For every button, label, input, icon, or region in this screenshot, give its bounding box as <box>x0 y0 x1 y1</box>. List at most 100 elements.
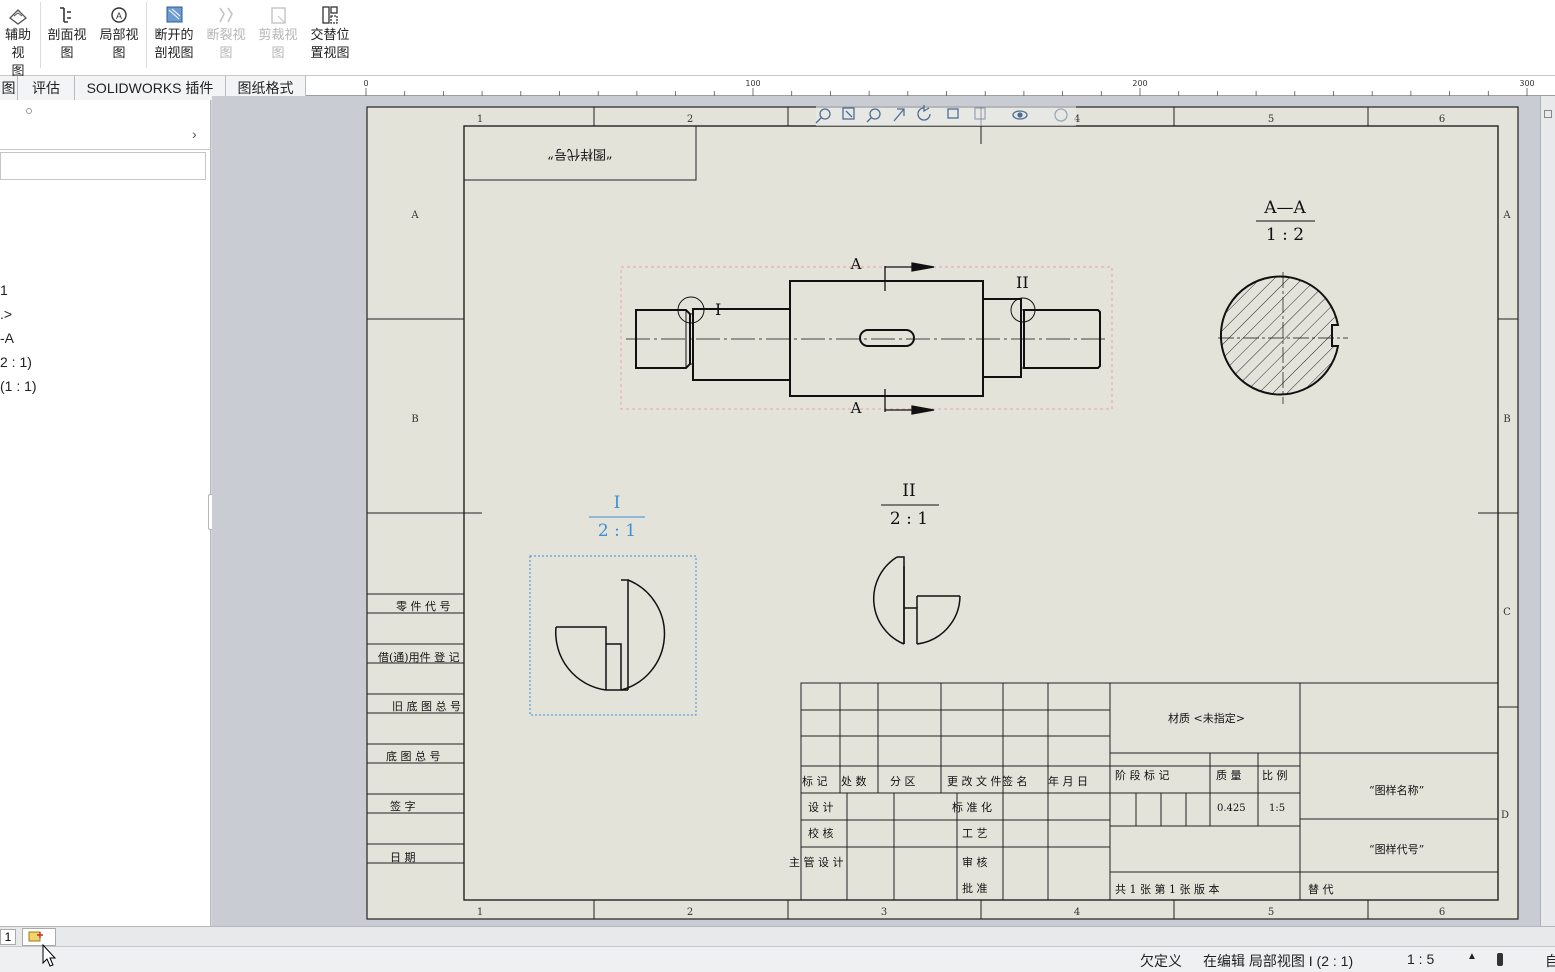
drawing-canvas[interactable]: 1 2 4 5 6 1 2 3 4 5 6 A B A B C D “图样代号”… <box>212 96 1540 926</box>
crop-view-button[interactable]: 剪裁视 图 <box>254 4 302 66</box>
tab-sketch[interactable]: 图 <box>0 76 18 100</box>
break-view-button[interactable]: 断裂视 图 <box>202 4 250 66</box>
rev-header: 标 记 <box>802 774 828 788</box>
section-view-icon <box>60 7 71 23</box>
scale-value: 1:5 <box>1269 803 1285 814</box>
zone-col-label: 6 <box>1439 907 1445 918</box>
rev-header: 更 改 文 件 <box>947 774 1002 788</box>
auxiliary-view-icon <box>9 9 27 25</box>
broken-out-section-icon <box>166 6 183 23</box>
zone-col-label: 1 <box>477 907 483 918</box>
editing-status: 在编辑 局部视图 I (2 : 1) <box>1203 953 1354 969</box>
zone-col-label: 4 <box>1074 907 1080 918</box>
add-sheet-icon <box>28 931 43 942</box>
zone-row-label: C <box>1503 607 1511 618</box>
crop-view-icon <box>271 7 286 24</box>
section-label-top: A <box>850 255 862 273</box>
alternate-position-view-icon <box>322 6 338 24</box>
section-view-title: A—A <box>1263 198 1306 218</box>
section-view-scale: 1 : 2 <box>1266 225 1304 245</box>
tab-evaluate[interactable]: 评估 <box>18 76 75 100</box>
zone-row-label: A <box>410 210 419 221</box>
signer-label: 主 管 设 计 <box>789 855 844 869</box>
stage-header: 阶 段 标 记 <box>1115 768 1170 782</box>
zone-row-label: B <box>1503 414 1510 425</box>
feature-manager-panel: › 1 .> -A 2 : 1) (1 : 1) <box>0 100 218 926</box>
filter-input[interactable] <box>0 152 206 180</box>
ruler-label: 300 <box>1519 79 1534 88</box>
ruler-label: 200 <box>1132 79 1147 88</box>
section-label-bottom: A <box>850 399 862 417</box>
panel-divider <box>0 149 211 150</box>
mass-header: 质 量 <box>1216 769 1242 782</box>
rev-header: 分 区 <box>890 775 916 788</box>
ribbon-toolbar: 辅助视 图 剖面视 图 A 局部视 图 断开的 剖视图 断裂视 图 剪裁视 图 … <box>0 0 1555 78</box>
ribbon-separator <box>40 2 41 68</box>
tree-item[interactable]: 2 : 1) <box>0 354 32 370</box>
zone-col-label: 5 <box>1268 907 1274 918</box>
signer-label: 审 核 <box>962 855 988 869</box>
section-hatch <box>1220 275 1340 396</box>
tree-item[interactable]: -A <box>0 330 14 346</box>
rev-header: 签 名 <box>1002 774 1028 788</box>
sheet-tab[interactable]: 1 <box>0 929 16 945</box>
detail2-scale: 2 : 1 <box>890 509 928 529</box>
zone-row-label: A <box>1502 210 1511 221</box>
mass-value: 0.425 <box>1217 803 1246 814</box>
ribbon-separator <box>146 2 147 68</box>
sheet-info: 共 1 张 第 1 张 版 本 <box>1115 882 1219 896</box>
detail-label-1: I <box>715 300 721 319</box>
scroll-up-icon[interactable] <box>1544 110 1552 118</box>
broken-out-section-button[interactable]: 断开的 剖视图 <box>150 4 198 66</box>
rev-header: 处 数 <box>841 775 867 788</box>
detail-label-2: II <box>1016 273 1029 292</box>
drawing-sheet[interactable]: 1 2 4 5 6 1 2 3 4 5 6 A B A B C D “图样代号”… <box>212 96 1540 926</box>
auxiliary-view-button[interactable]: 辅助视 图 <box>0 4 36 78</box>
heads-up-toolbar <box>815 105 1076 126</box>
zone-col-label: 1 <box>477 114 483 125</box>
scale-header: 比 例 <box>1262 768 1288 782</box>
replace-label: 替 代 <box>1308 882 1334 896</box>
sheet-paper <box>366 106 1519 920</box>
detail2-title: II <box>902 481 915 501</box>
detail-view-icon: A <box>111 7 127 23</box>
chevron-right-icon[interactable]: › <box>192 126 197 142</box>
detail1-title: I <box>614 493 621 513</box>
vertical-scrollbar[interactable] <box>1540 96 1555 926</box>
drawing-code: “图样代号” <box>1369 842 1424 856</box>
panel-handle-icon <box>26 108 32 114</box>
tree-item[interactable]: (1 : 1) <box>0 378 37 394</box>
mouse-cursor-icon <box>42 944 57 967</box>
tree-item[interactable]: .> <box>0 306 12 322</box>
zone-col-label: 6 <box>1439 114 1445 125</box>
sheet-scale-status[interactable]: 1 : 5 <box>1407 951 1434 967</box>
alternate-position-view-button[interactable]: 交替位 置视图 <box>306 4 354 66</box>
section-view-button[interactable]: 剖面视 图 <box>44 4 90 66</box>
zone-col-label: 3 <box>881 907 887 918</box>
signer-label: 设 计 <box>808 801 834 814</box>
svg-text:A: A <box>116 11 122 21</box>
solidworks-window: { "ribbon": { "buttons": [ {"label_line1… <box>0 0 1555 972</box>
signer-label: 批 准 <box>962 881 988 895</box>
left-block-label: 零 件 代 号 <box>396 600 451 613</box>
status-bar: 欠定义 在编辑 局部视图 I (2 : 1) 1 : 5 ▲ 自 <box>0 946 1555 972</box>
rebuild-indicator-icon[interactable] <box>1497 953 1503 966</box>
left-block-label: 签 字 <box>390 799 416 813</box>
tab-solidworks-addins[interactable]: SOLIDWORKS 插件 <box>75 76 226 100</box>
chevron-up-icon[interactable]: ▲ <box>1467 951 1477 962</box>
left-block-label: 底 图 总 号 <box>386 749 441 763</box>
ruler-label: 100 <box>745 79 760 88</box>
heads-up-toolbar-bg <box>816 106 1076 126</box>
tree-item[interactable]: 1 <box>0 282 8 298</box>
detail-view-button[interactable]: A 局部视 图 <box>96 4 142 66</box>
drawing-name: “图样名称” <box>1369 783 1424 797</box>
signer-label: 标 准 化 <box>952 800 992 814</box>
horizontal-ruler: 0 100 200 300 <box>306 76 1555 96</box>
ruler-label: 0 <box>363 79 368 88</box>
signer-label: 校 核 <box>808 826 834 840</box>
zone-row-label: B <box>411 414 418 425</box>
left-block-label: 旧 底 图 总 号 <box>392 699 461 713</box>
units-status[interactable]: 自 <box>1545 951 1555 971</box>
drawing-number-rotated: “图样代号” <box>547 146 612 161</box>
left-block-label: 借(通)用件 登 记 <box>378 650 460 664</box>
